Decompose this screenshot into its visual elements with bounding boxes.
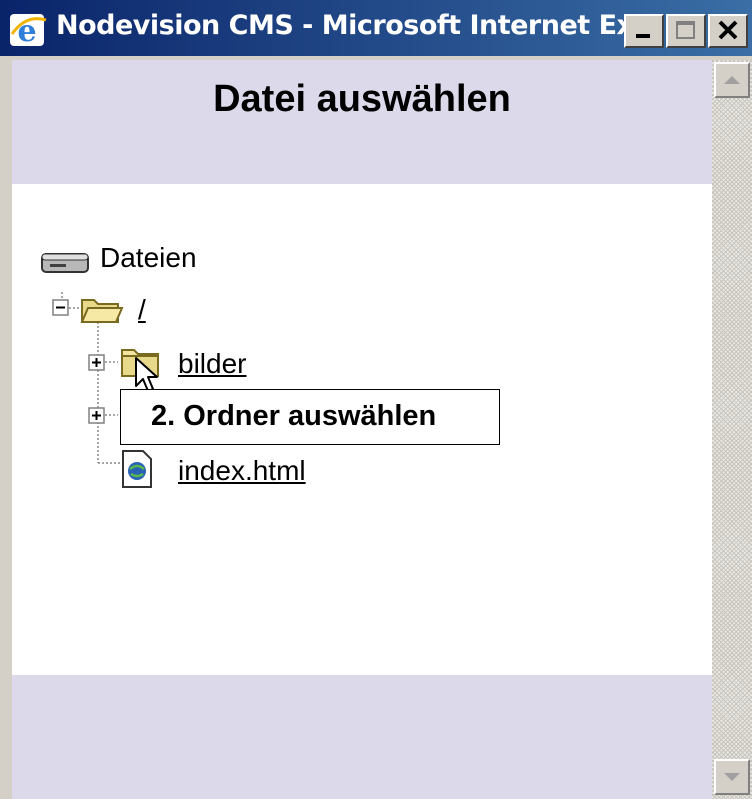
html-file-icon — [122, 450, 152, 488]
collapse-icon[interactable] — [52, 299, 70, 317]
window-title: Nodevision CMS - Microsoft Internet Ex..… — [56, 10, 663, 41]
arrow-down-icon — [724, 773, 740, 781]
maximize-button[interactable] — [666, 14, 706, 48]
tree-root-label: Dateien — [100, 242, 197, 273]
maximize-icon — [676, 21, 695, 39]
minimize-icon — [636, 34, 650, 38]
minimize-button[interactable] — [624, 14, 664, 48]
folder-open-icon — [80, 299, 124, 323]
close-button[interactable] — [708, 14, 748, 48]
expand-icon[interactable] — [88, 407, 106, 425]
internet-explorer-icon: e — [10, 14, 47, 48]
vertical-scrollbar[interactable] — [712, 60, 752, 799]
footer-band — [12, 675, 712, 799]
drive-icon — [41, 253, 89, 273]
browser-window: e Nodevision CMS - Microsoft Internet Ex… — [0, 0, 752, 799]
tree-folder-root[interactable]: / — [138, 294, 146, 326]
tooltip-text: 2. Ordner auswählen — [151, 400, 437, 432]
close-icon — [718, 20, 738, 40]
instruction-tooltip: 2. Ordner auswählen — [120, 389, 500, 445]
scroll-down-button[interactable] — [714, 759, 750, 795]
tree-item-index-html[interactable]: index.html — [178, 455, 306, 487]
arrow-up-icon — [724, 76, 740, 84]
expand-icon[interactable] — [88, 354, 106, 372]
tree-item-bilder[interactable]: bilder — [178, 348, 246, 380]
tree-lines — [61, 292, 120, 464]
title-bar[interactable]: e Nodevision CMS - Microsoft Internet Ex… — [0, 0, 752, 56]
scroll-up-button[interactable] — [714, 62, 750, 98]
